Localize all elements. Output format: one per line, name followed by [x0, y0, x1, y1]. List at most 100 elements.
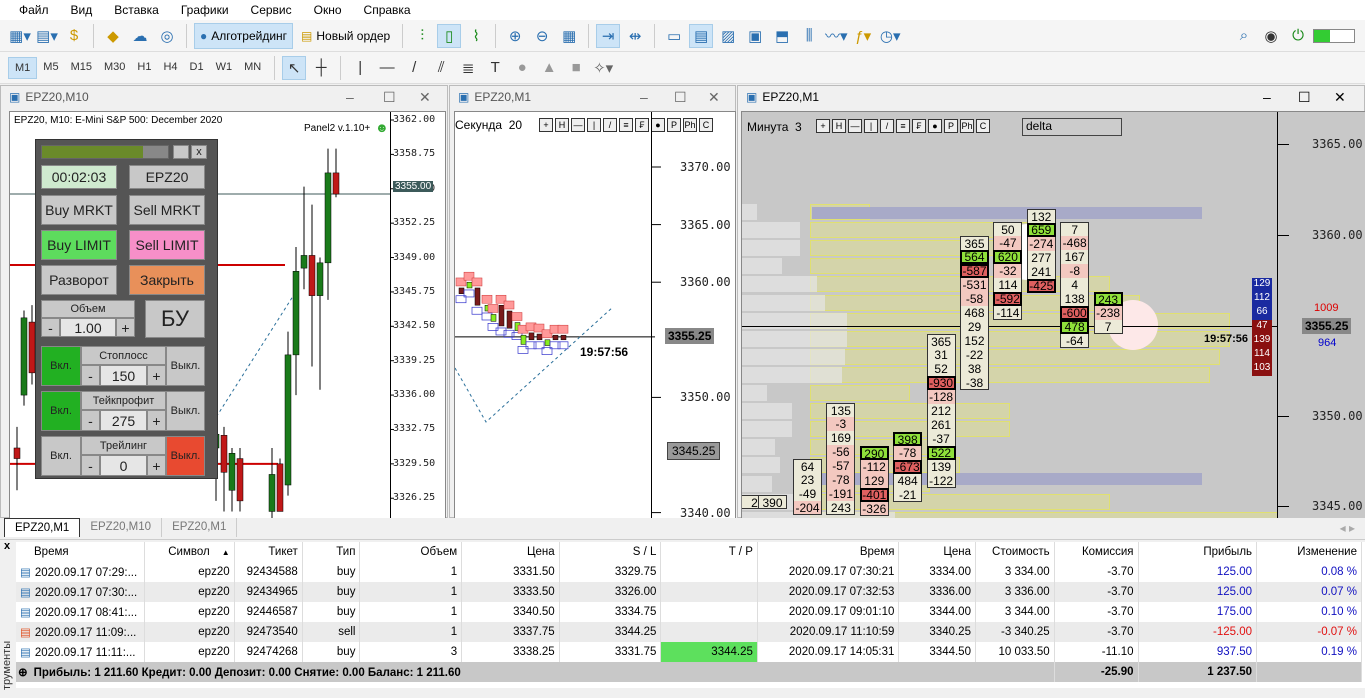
- disable-button[interactable]: Выкл.: [166, 346, 205, 386]
- setting-value-input[interactable]: 0: [100, 455, 147, 476]
- buy-market-button[interactable]: Buy MRKT: [41, 195, 117, 225]
- horizontal-line-icon[interactable]: —: [375, 56, 399, 80]
- new-chart-icon[interactable]: ▦▾: [8, 24, 32, 48]
- reverse-button[interactable]: Разворот: [41, 265, 117, 295]
- cursor-icon[interactable]: ↖: [282, 55, 307, 80]
- close-toolbox-icon[interactable]: x: [0, 540, 16, 552]
- shapes-icon[interactable]: ✧▾: [591, 56, 615, 80]
- close-positions-button[interactable]: Закрыть: [129, 265, 205, 295]
- window-title-bar[interactable]: ▣ EPZ20,M10 – ☐ ✕: [1, 86, 447, 108]
- column-header[interactable]: S / L: [559, 542, 662, 562]
- window-title-bar[interactable]: ▣ EPZ20,M1 – ☐ ✕: [450, 86, 735, 108]
- enable-button[interactable]: Вкл.: [41, 346, 81, 386]
- mode-value[interactable]: 3: [795, 120, 802, 134]
- column-header[interactable]: Тип: [302, 542, 361, 562]
- crosshair-icon[interactable]: ┼: [309, 56, 333, 80]
- profiles-icon[interactable]: ▤▾: [35, 24, 59, 48]
- autoscroll-icon[interactable]: ⇥: [596, 23, 621, 48]
- minimize-icon[interactable]: –: [1263, 89, 1271, 105]
- rectangle-icon[interactable]: ■: [564, 56, 588, 80]
- plus-button[interactable]: +: [147, 455, 166, 476]
- volume-input[interactable]: 1.00: [60, 318, 116, 337]
- chart-tool-button[interactable]: /: [880, 119, 894, 133]
- sell-market-button[interactable]: Sell MRKT: [129, 195, 205, 225]
- plus-button[interactable]: +: [147, 410, 166, 431]
- market-icon[interactable]: $: [62, 24, 86, 48]
- market-watch-icon[interactable]: ▭: [662, 24, 686, 48]
- menu-5[interactable]: Окно: [303, 3, 353, 17]
- timeframe-h1[interactable]: H1: [131, 57, 157, 79]
- chart-tool-button[interactable]: C: [976, 119, 990, 133]
- maximize-icon[interactable]: ☐: [383, 89, 396, 106]
- setting-value-input[interactable]: 150: [100, 365, 147, 386]
- column-header[interactable]: Объем: [359, 542, 463, 562]
- table-row[interactable]: ▤ 2020.09.17 07:29:... epz20 92434588 buy 1 33…: [16, 562, 1362, 582]
- column-header[interactable]: Время: [16, 542, 146, 562]
- minimize-icon[interactable]: –: [346, 89, 354, 105]
- zoom-in-icon[interactable]: ⊕: [503, 24, 527, 48]
- indicators-icon[interactable]: 〰▾: [824, 24, 848, 48]
- depth-icon[interactable]: ⫼: [797, 24, 821, 48]
- minus-button[interactable]: -: [81, 410, 100, 431]
- chart-tool-button[interactable]: —: [571, 118, 585, 132]
- column-header[interactable]: Цена: [898, 542, 976, 562]
- chart-tool-button[interactable]: Ph: [683, 118, 697, 132]
- timeframe-w1[interactable]: W1: [210, 57, 239, 79]
- line-chart-icon[interactable]: ⌇: [464, 24, 488, 48]
- footprint-chart[interactable]: 2 390 64 23 -49 -204 135 -3 169 -56 -57 -78 -191 243 2…: [741, 111, 1365, 519]
- timeframe-m30[interactable]: M30: [98, 57, 131, 79]
- chart-tool-button[interactable]: C: [699, 118, 713, 132]
- column-header[interactable]: Прибыль: [1138, 542, 1258, 562]
- minimize-icon[interactable]: –: [640, 89, 648, 105]
- chart-tool-button[interactable]: +: [539, 118, 553, 132]
- breakeven-button[interactable]: БУ: [145, 300, 205, 338]
- chart-tool-button[interactable]: P: [944, 119, 958, 133]
- vertical-line-icon[interactable]: |: [348, 56, 372, 80]
- chart-tool-button[interactable]: ●: [928, 119, 942, 133]
- menu-4[interactable]: Сервис: [240, 3, 303, 17]
- delta-mode-select[interactable]: delta: [1022, 118, 1122, 136]
- volume-minus-button[interactable]: -: [41, 318, 60, 337]
- strategy-tester-icon[interactable]: ⬒: [770, 24, 794, 48]
- column-header[interactable]: Символ ▲: [144, 542, 235, 562]
- mode-value[interactable]: 20: [509, 118, 522, 132]
- expand-icon[interactable]: ⊕: [18, 667, 28, 679]
- new-order-button[interactable]: ▤ Новый ордер: [296, 23, 395, 49]
- triangle-icon[interactable]: ▲: [537, 56, 561, 80]
- window-title-bar[interactable]: ▣ EPZ20,M1 – ☐ ✕: [738, 86, 1364, 108]
- column-header[interactable]: Тикет: [234, 542, 303, 562]
- zoom-out-icon[interactable]: ⊖: [530, 24, 554, 48]
- menu-3[interactable]: Графики: [170, 3, 240, 17]
- chart-tool-button[interactable]: Ph: [960, 119, 974, 133]
- text-icon[interactable]: T: [483, 56, 507, 80]
- ellipse-icon[interactable]: ●: [510, 56, 534, 80]
- timeframe-d1[interactable]: D1: [184, 57, 210, 79]
- maximize-icon[interactable]: ☐: [1298, 89, 1311, 106]
- chart-tool-button[interactable]: +: [816, 119, 830, 133]
- disable-button[interactable]: Выкл.: [166, 436, 205, 476]
- timeframe-m5[interactable]: M5: [37, 57, 64, 79]
- close-icon[interactable]: ✕: [708, 89, 720, 106]
- minimize-panel-button[interactable]: [173, 145, 189, 159]
- toolbox-icon[interactable]: ▣: [743, 24, 767, 48]
- column-header[interactable]: Комиссия: [1054, 542, 1139, 562]
- function-icon[interactable]: ƒ▾: [851, 24, 875, 48]
- close-panel-button[interactable]: x: [191, 145, 207, 159]
- disable-button[interactable]: Выкл.: [166, 391, 205, 431]
- maximize-icon[interactable]: ☐: [674, 89, 687, 106]
- chart-tool-button[interactable]: ●: [651, 118, 665, 132]
- trendline-icon[interactable]: /: [402, 56, 426, 80]
- chart-tab[interactable]: EPZ20,M10: [80, 518, 163, 537]
- seconds-chart[interactable]: Секунда 20 + H — | / ≡ ₣ ● P Ph C 3370.00 3365.00 33…: [454, 111, 736, 519]
- clock-icon[interactable]: ◷▾: [878, 24, 902, 48]
- chart-tool-button[interactable]: |: [587, 118, 601, 132]
- enable-button[interactable]: Вкл.: [41, 391, 81, 431]
- search-icon[interactable]: ⌕: [1232, 24, 1256, 48]
- metaeditor-icon[interactable]: ◆: [101, 24, 125, 48]
- timeframe-mn[interactable]: MN: [238, 57, 267, 79]
- table-row[interactable]: ▤ 2020.09.17 11:11:... epz20 92474268 buy 3 33…: [16, 642, 1362, 662]
- timeframe-h4[interactable]: H4: [157, 57, 183, 79]
- menu-2[interactable]: Вставка: [103, 3, 170, 17]
- column-header[interactable]: T / P: [660, 542, 758, 562]
- column-header[interactable]: Время: [757, 542, 900, 562]
